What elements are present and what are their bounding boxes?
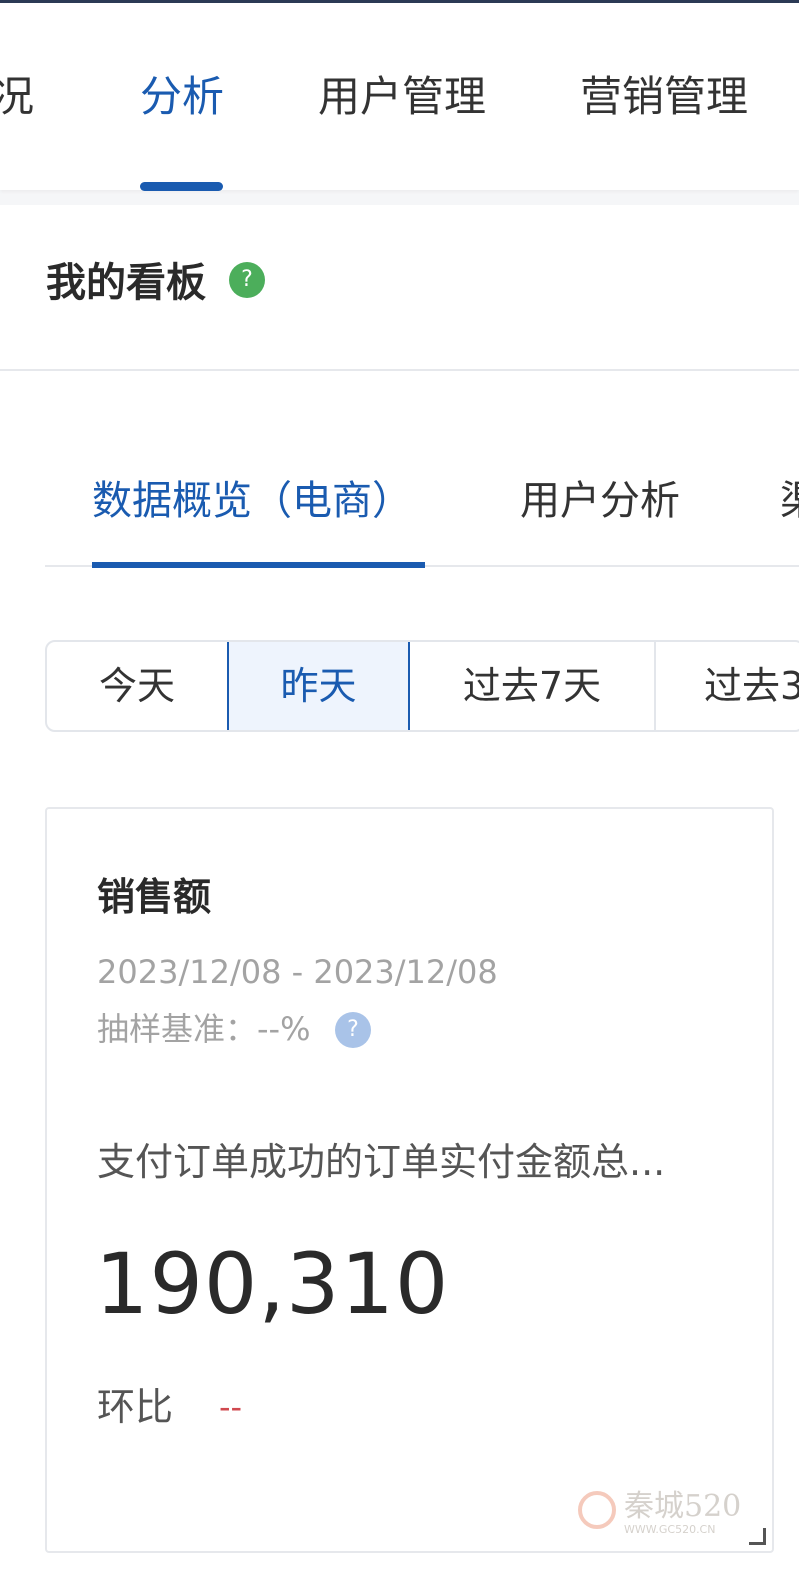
- watermark-logo-icon: [578, 1491, 616, 1529]
- nav-tab-user-management[interactable]: 用户管理: [318, 67, 486, 127]
- metric-value: 190,310: [95, 1235, 450, 1333]
- date-option-last-7-days[interactable]: 过去7天: [410, 642, 654, 730]
- date-range: 2023/12/08 - 2023/12/08: [97, 953, 498, 991]
- ratio-value: --: [219, 1388, 243, 1426]
- watermark: 秦城520 WWW.GC520.CN: [578, 1487, 773, 1537]
- nav-active-indicator: [140, 182, 223, 191]
- sales-card[interactable]: 销售额 2023/12/08 - 2023/12/08 抽样基准：--% ? 支…: [45, 807, 774, 1553]
- board-header: 我的看板 ?: [0, 205, 799, 371]
- card-title: 销售额: [97, 875, 212, 919]
- sub-tab-active-indicator: [92, 562, 425, 568]
- board-title: 我的看板: [46, 260, 206, 306]
- sub-tab-user-analysis[interactable]: 用户分析: [520, 471, 680, 531]
- nav-tab-analysis[interactable]: 分析: [140, 67, 224, 127]
- date-option-yesterday[interactable]: 昨天: [227, 642, 410, 730]
- watermark-text: 秦城520: [624, 1489, 742, 1524]
- question-circle-icon[interactable]: ?: [335, 1012, 371, 1048]
- nav-tab-marketing-management[interactable]: 营销管理: [580, 67, 748, 127]
- dashboard-content: 数据概览（电商） 用户分析 渠 今天 昨天 过去7天 过去30天 销售额 202…: [0, 371, 799, 1584]
- ratio-label: 环比: [97, 1385, 174, 1429]
- date-option-today[interactable]: 今天: [47, 642, 227, 730]
- date-filter: 今天 昨天 过去7天 过去30天: [45, 640, 799, 732]
- top-nav: 况 分析 用户管理 营销管理: [0, 3, 799, 191]
- sub-tab-data-overview[interactable]: 数据概览（电商）: [92, 471, 412, 531]
- question-circle-icon[interactable]: ?: [229, 262, 265, 298]
- nav-tab-overview[interactable]: 况: [0, 67, 34, 127]
- card-description: 支付订单成功的订单实付金额总...: [97, 1140, 666, 1184]
- sample-basis: 抽样基准：--%: [97, 1010, 311, 1048]
- date-option-last-30-days[interactable]: 过去30天: [656, 642, 799, 730]
- sub-tab-channel[interactable]: 渠: [780, 471, 799, 531]
- watermark-url: WWW.GC520.CN: [624, 1523, 716, 1536]
